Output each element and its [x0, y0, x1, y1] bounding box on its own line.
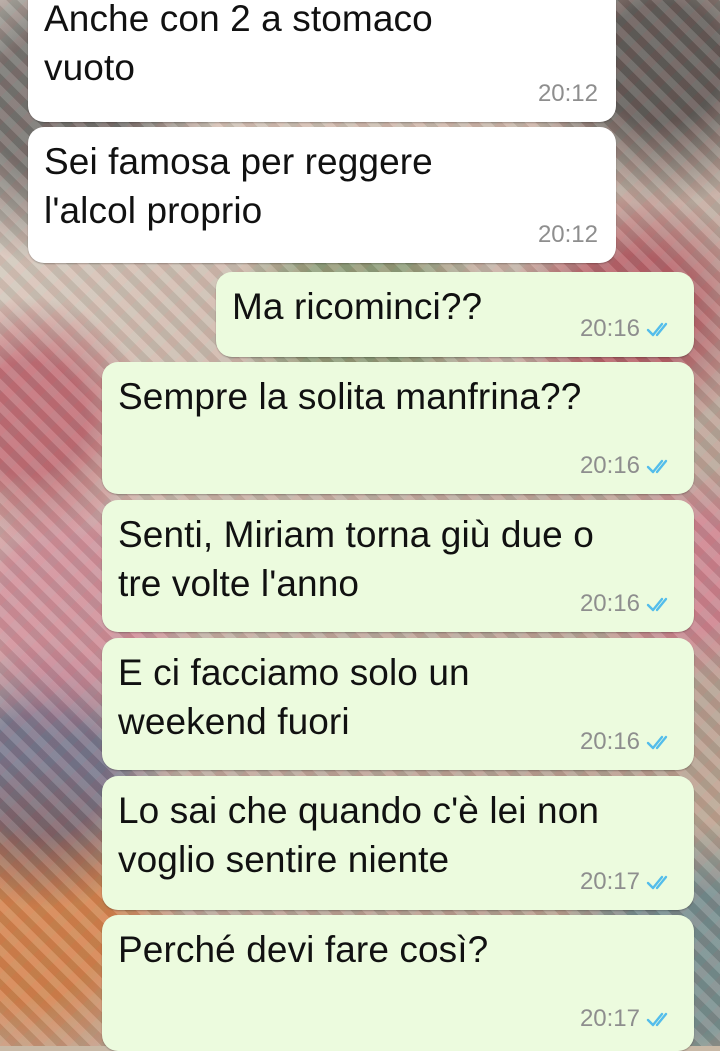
double-check-icon — [646, 875, 668, 890]
message-text: Lo sai che quando c'è lei non voglio sen… — [118, 790, 600, 880]
message-timestamp: 20:17 — [579, 868, 640, 895]
message-bubble-outgoing[interactable]: Perché devi fare così? 20:17 — [102, 915, 694, 1051]
double-check-icon — [646, 459, 668, 474]
message-bubble-outgoing[interactable]: Ma ricominci?? 20:16 — [216, 272, 694, 357]
message-text: E ci facciamo solo un weekend fuori — [118, 652, 470, 742]
message-timestamp: 20:16 — [579, 590, 640, 617]
message-text: Anche con 2 a stomaco vuoto — [44, 0, 433, 88]
double-check-icon — [646, 735, 668, 750]
message-text: Ma ricominci?? — [232, 286, 483, 327]
message-text: Sempre la solita manfrina?? — [118, 376, 582, 417]
message-text: Perché devi fare così? — [118, 929, 489, 970]
message-text: Sei famosa per reggere l'alcol proprio — [44, 141, 433, 231]
message-timestamp: 20:16 — [579, 315, 640, 342]
message-bubble-outgoing[interactable]: Sempre la solita manfrina?? 20:16 — [102, 362, 694, 494]
message-timestamp: 20:16 — [579, 452, 640, 479]
message-text: Senti, Miriam torna giù due o tre volte … — [118, 514, 594, 604]
message-timestamp: 20:12 — [537, 221, 598, 248]
double-check-icon — [646, 1012, 668, 1027]
message-bubble-outgoing[interactable]: Senti, Miriam torna giù due o tre volte … — [102, 500, 694, 632]
message-bubble-outgoing[interactable]: E ci facciamo solo un weekend fuori 20:1… — [102, 638, 694, 770]
double-check-icon — [646, 322, 668, 337]
message-timestamp: 20:17 — [579, 1005, 640, 1032]
message-timestamp: 20:12 — [537, 80, 598, 107]
double-check-icon — [646, 597, 668, 612]
message-timestamp: 20:16 — [579, 728, 640, 755]
message-bubble-outgoing[interactable]: Lo sai che quando c'è lei non voglio sen… — [102, 776, 694, 910]
message-bubble-incoming[interactable]: Anche con 2 a stomaco vuoto 20:12 — [28, 0, 616, 122]
message-bubble-incoming[interactable]: Sei famosa per reggere l'alcol proprio 2… — [28, 127, 616, 263]
